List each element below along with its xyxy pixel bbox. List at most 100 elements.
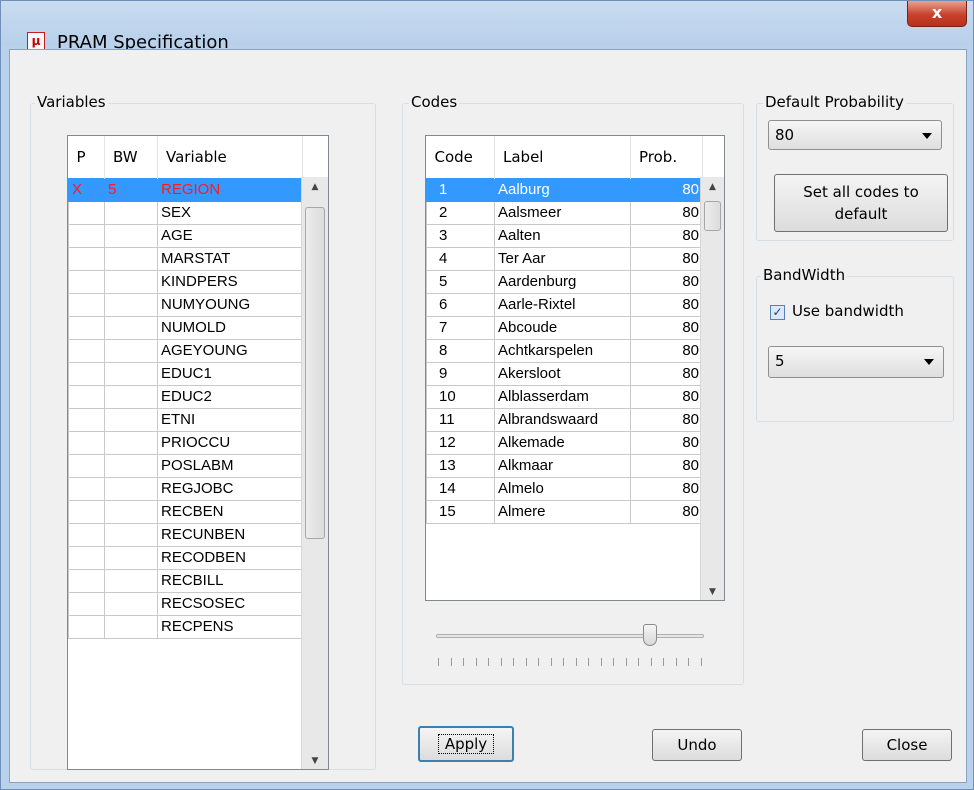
variable-row[interactable]: RECUNBEN (68, 522, 303, 547)
code-row[interactable]: 9 Akersloot 80 (426, 361, 703, 386)
code-cell: 9 (426, 361, 495, 386)
variable-name-cell: RECSOSEC (157, 591, 303, 616)
column-header-label[interactable]: Label (494, 136, 631, 178)
column-header-code[interactable]: Code (426, 136, 495, 178)
variable-row[interactable]: REGJOBC (68, 476, 303, 501)
probability-slider[interactable] (430, 622, 712, 672)
variable-row[interactable]: AGE (68, 223, 303, 248)
code-row[interactable]: 14 Almelo 80 (426, 476, 703, 501)
label-cell: Aalburg (494, 177, 631, 202)
scroll-up-icon[interactable]: ▲ (701, 177, 724, 197)
variable-bw-cell (104, 591, 158, 616)
code-row[interactable]: 6 Aarle-Rixtel 80 (426, 292, 703, 317)
title-bar[interactable]: μ PRAM Specification x (1, 1, 973, 53)
code-row[interactable]: 7 Abcoude 80 (426, 315, 703, 340)
column-header-prob[interactable]: Prob. (630, 136, 703, 178)
slider-thumb[interactable] (643, 624, 658, 646)
variable-name-cell: ETNI (157, 407, 303, 432)
variable-p-cell (68, 499, 105, 524)
variable-p-cell (68, 591, 105, 616)
codes-group-label: Codes (409, 93, 460, 111)
undo-button[interactable]: Undo (652, 729, 742, 761)
variable-bw-cell (104, 453, 158, 478)
code-row[interactable]: 11 Albrandswaard 80 (426, 407, 703, 432)
code-row[interactable]: 8 Achtkarspelen 80 (426, 338, 703, 363)
codes-scrollbar[interactable]: ▲ ▼ (700, 177, 724, 600)
variable-row[interactable]: RECSOSEC (68, 591, 303, 616)
code-row[interactable]: 15 Almere 80 (426, 499, 703, 524)
codes-scroll-thumb[interactable] (704, 201, 721, 231)
close-button[interactable]: Close (862, 729, 952, 761)
variable-bw-cell (104, 430, 158, 455)
code-row[interactable]: 12 Alkemade 80 (426, 430, 703, 455)
prob-cell: 80 (630, 361, 703, 386)
variable-row[interactable]: POSLABM (68, 453, 303, 478)
variable-row[interactable]: ETNI (68, 407, 303, 432)
code-row[interactable]: 4 Ter Aar 80 (426, 246, 703, 271)
bandwidth-group-label: BandWidth (761, 266, 848, 284)
prob-cell: 80 (630, 499, 703, 524)
variables-table: P BW Variable X 5 REGION SEX AGE MARSTAT KINDP… (68, 136, 303, 639)
variable-row[interactable]: KINDPERS (68, 269, 303, 294)
variable-row[interactable]: NUMYOUNG (68, 292, 303, 317)
scroll-down-icon[interactable]: ▼ (701, 582, 724, 600)
variable-name-cell: RECBILL (157, 568, 303, 593)
code-row[interactable]: 2 Aalsmeer 80 (426, 200, 703, 225)
code-row[interactable]: 10 Alblasserdam 80 (426, 384, 703, 409)
variable-row[interactable]: SEX (68, 200, 303, 225)
variable-name-cell: MARSTAT (157, 246, 303, 271)
check-icon: ✓ (772, 305, 783, 319)
variable-bw-cell (104, 338, 158, 363)
code-cell: 13 (426, 453, 495, 478)
variables-list[interactable]: P BW Variable X 5 REGION SEX AGE MARSTAT KINDP… (67, 135, 329, 770)
variables-scroll-thumb[interactable] (305, 207, 325, 539)
label-cell: Aalsmeer (494, 200, 631, 225)
variable-name-cell: NUMOLD (157, 315, 303, 340)
apply-button[interactable]: Apply (418, 726, 514, 762)
bandwidth-select[interactable]: 5 (768, 346, 944, 378)
code-row[interactable]: 13 Alkmaar 80 (426, 453, 703, 478)
variable-row[interactable]: RECODBEN (68, 545, 303, 570)
variable-row[interactable]: AGEYOUNG (68, 338, 303, 363)
prob-cell: 80 (630, 338, 703, 363)
prob-cell: 80 (630, 200, 703, 225)
close-window-button[interactable]: x (907, 1, 967, 27)
variable-row[interactable]: EDUC1 (68, 361, 303, 386)
variable-name-cell: REGJOBC (157, 476, 303, 501)
variable-row[interactable]: NUMOLD (68, 315, 303, 340)
variable-row[interactable]: RECBEN (68, 499, 303, 524)
variable-p-cell (68, 223, 105, 248)
variable-row[interactable]: EDUC2 (68, 384, 303, 409)
variable-row[interactable]: MARSTAT (68, 246, 303, 271)
variable-row[interactable]: PRIOCCU (68, 430, 303, 455)
column-header-variable[interactable]: Variable (157, 136, 303, 178)
variable-row[interactable]: RECPENS (68, 614, 303, 639)
label-cell: Aalten (494, 223, 631, 248)
code-row[interactable]: 3 Aalten 80 (426, 223, 703, 248)
codes-list[interactable]: Code Label Prob. 1 Aalburg 80 2 Aalsmeer 80 3 A… (425, 135, 725, 601)
variable-row[interactable]: RECBILL (68, 568, 303, 593)
code-cell: 3 (426, 223, 495, 248)
column-header-bw[interactable]: BW (104, 136, 158, 178)
variable-p-cell (68, 338, 105, 363)
code-row[interactable]: 1 Aalburg 80 (426, 177, 703, 202)
code-row[interactable]: 5 Aardenburg 80 (426, 269, 703, 294)
use-bandwidth-checkbox[interactable]: ✓ (770, 305, 785, 320)
default-probability-select[interactable]: 80 (768, 120, 942, 150)
slider-ticks (438, 658, 702, 666)
set-all-codes-default-button[interactable]: Set all codes to default (774, 174, 948, 232)
variable-bw-cell (104, 384, 158, 409)
variable-row[interactable]: X 5 REGION (68, 177, 303, 202)
label-cell: Akersloot (494, 361, 631, 386)
variable-bw-cell (104, 545, 158, 570)
variables-scrollbar[interactable]: ▲ ▼ (301, 177, 328, 769)
label-cell: Alblasserdam (494, 384, 631, 409)
column-header-p[interactable]: P (68, 136, 105, 178)
variables-group-label: Variables (35, 93, 108, 111)
variable-p-cell (68, 407, 105, 432)
scroll-down-icon[interactable]: ▼ (302, 751, 328, 769)
close-icon: x (931, 3, 943, 22)
scroll-up-icon[interactable]: ▲ (302, 177, 328, 197)
use-bandwidth-label[interactable]: Use bandwidth (792, 302, 904, 320)
chevron-down-icon (922, 133, 932, 139)
